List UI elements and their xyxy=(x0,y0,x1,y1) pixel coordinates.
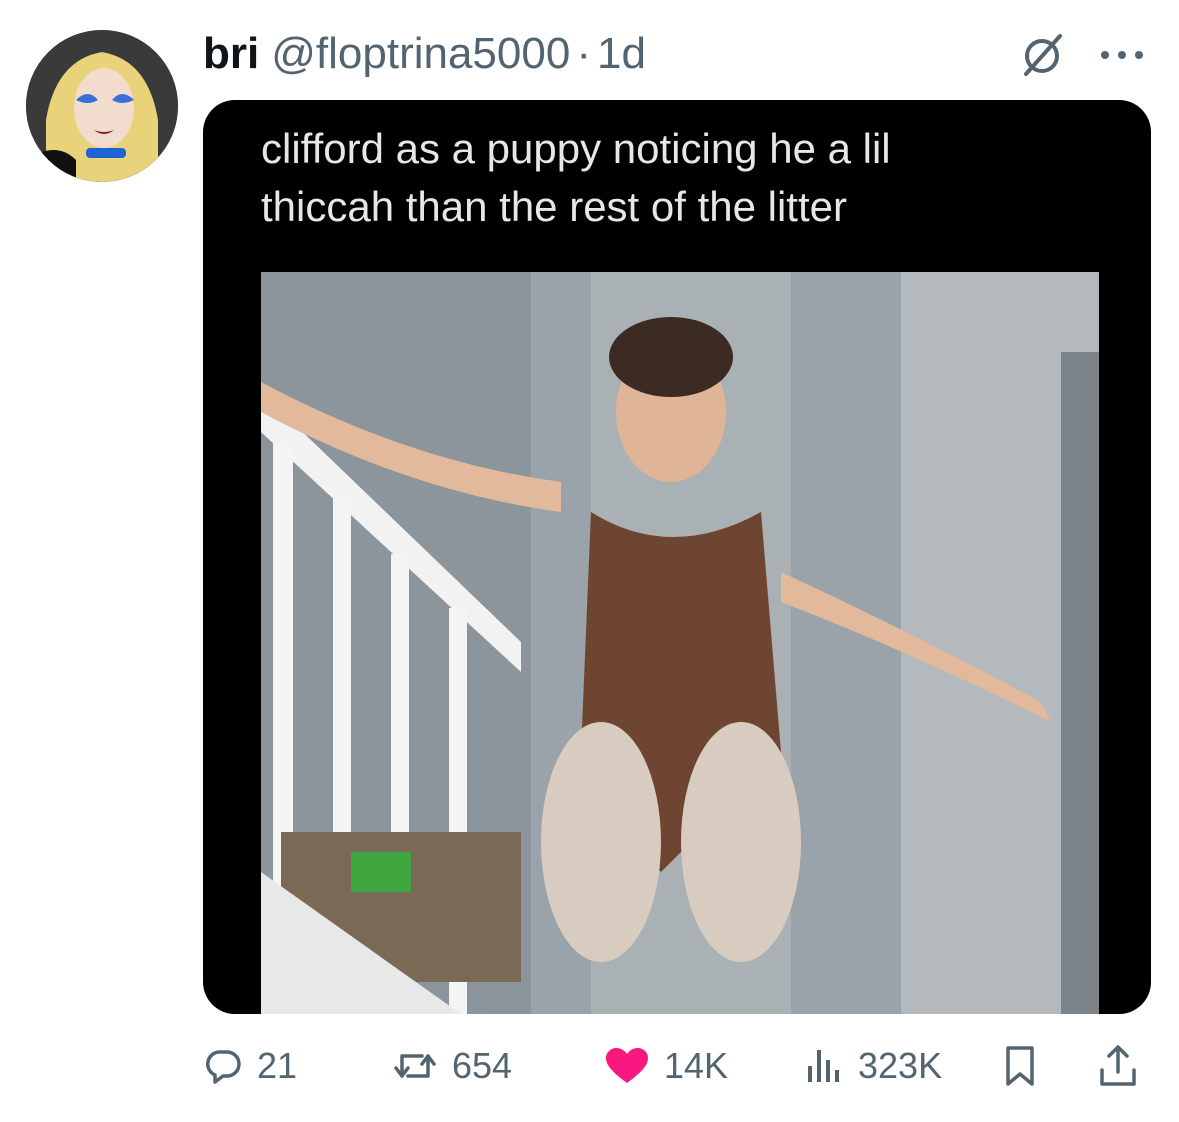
share-icon xyxy=(1100,1045,1136,1086)
reply-button[interactable]: 21 xyxy=(203,1036,297,1096)
reply-count: 21 xyxy=(257,1045,298,1086)
views-button[interactable]: 323K xyxy=(804,1036,942,1096)
more-dots-icon[interactable] xyxy=(1095,30,1149,80)
tweet-media[interactable]: clifford as a puppy noticing he a lil th… xyxy=(203,100,1151,1014)
separator-dot: · xyxy=(576,29,591,78)
like-button[interactable]: 14K xyxy=(604,1036,728,1096)
reply-bubble-icon xyxy=(206,1050,241,1084)
post-time[interactable]: 1d xyxy=(597,24,646,84)
caption-line: thiccah than the rest of the litter xyxy=(261,183,847,230)
heart-icon xyxy=(606,1048,648,1083)
caption-line: clifford as a puppy noticing he a lil xyxy=(261,125,891,172)
user-handle[interactable]: @floptrina5000 xyxy=(271,24,570,84)
repost-button[interactable]: 654 xyxy=(392,1036,512,1096)
profile-avatar[interactable] xyxy=(26,30,178,182)
photo-image xyxy=(261,272,1099,1014)
view-count: 323K xyxy=(858,1045,943,1086)
repost-arrows-icon xyxy=(394,1054,436,1078)
tweet-header: bri @floptrina5000 · 1d xyxy=(203,24,646,84)
share-button[interactable] xyxy=(1098,1036,1138,1096)
repost-count: 654 xyxy=(452,1045,513,1086)
tweet-actions: 21 654 14K 323K xyxy=(0,1036,1179,1096)
views-bars-icon xyxy=(808,1050,839,1082)
bookmark-icon xyxy=(1006,1046,1034,1086)
display-name[interactable]: bri xyxy=(203,24,259,84)
avatar-image xyxy=(26,30,178,182)
media-caption: clifford as a puppy noticing he a lil th… xyxy=(261,120,1121,236)
grok-icon[interactable] xyxy=(1017,30,1067,80)
like-count: 14K xyxy=(664,1045,729,1086)
bookmark-button[interactable] xyxy=(1000,1036,1040,1096)
media-photo[interactable] xyxy=(261,272,1099,1014)
